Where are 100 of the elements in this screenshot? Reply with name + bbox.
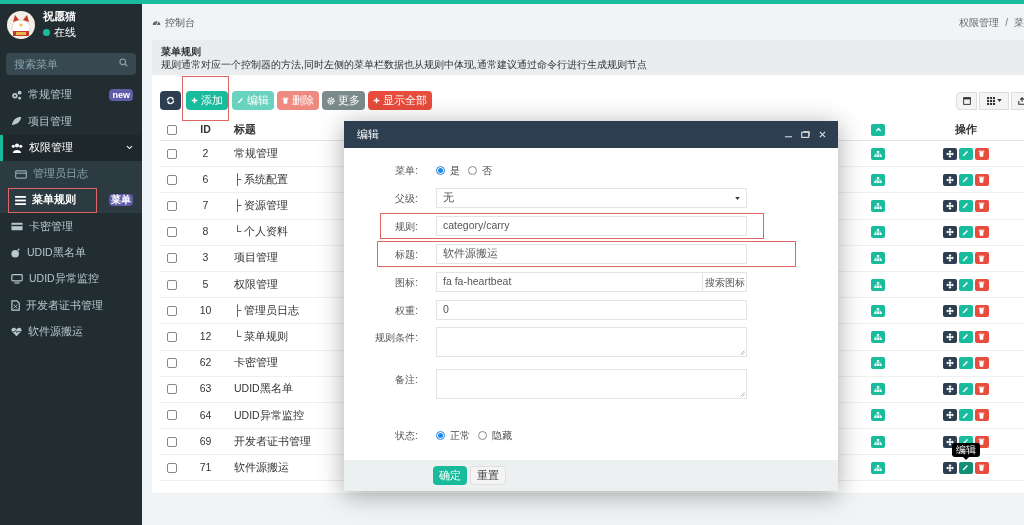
field-label: 规则: — [395, 220, 418, 232]
sitemap-icon — [874, 176, 882, 183]
breadcrumb-link[interactable]: 菜 — [1014, 14, 1024, 30]
close-icon — [819, 131, 826, 138]
search-icon-button[interactable]: 搜索图标 — [703, 272, 747, 292]
toggle-button[interactable] — [871, 147, 885, 160]
checkbox[interactable] — [166, 305, 177, 316]
textarea-field[interactable] — [436, 369, 747, 399]
toggle-button[interactable] — [871, 173, 885, 186]
refresh-button[interactable] — [160, 91, 181, 110]
select-field[interactable]: 无 — [436, 188, 747, 208]
checkbox[interactable] — [166, 148, 177, 159]
sidebar-item[interactable]: 卡密管理 — [0, 213, 142, 240]
toggle-button[interactable] — [871, 357, 885, 370]
breadcrumb-link[interactable]: 权限管理 — [959, 14, 1000, 30]
checkbox[interactable] — [166, 227, 177, 238]
toggle-button[interactable] — [871, 226, 885, 239]
radio-option[interactable]: 是 — [436, 162, 460, 178]
checkbox[interactable] — [166, 253, 177, 264]
columns-toggle-button[interactable] — [956, 91, 977, 110]
search-icon — [119, 58, 128, 67]
input-field[interactable]: 0 — [436, 300, 747, 320]
toggle-button[interactable] — [871, 199, 885, 212]
more-button[interactable]: 更多 — [322, 91, 365, 110]
move-button[interactable] — [942, 252, 957, 265]
panel-title: 菜单规则 — [161, 44, 202, 58]
checkbox[interactable] — [166, 124, 177, 135]
toggle-button[interactable] — [871, 330, 885, 343]
sidebar-item[interactable]: 菜单规则 菜单 — [0, 187, 142, 214]
field-label: 菜单: — [395, 164, 418, 176]
checkbox[interactable] — [166, 331, 177, 342]
table-cell: 卡密管理 — [234, 356, 278, 369]
trash-icon — [978, 307, 985, 315]
toggle-button[interactable] — [871, 252, 885, 265]
sidebar-item[interactable]: UDID黑名单 — [0, 239, 142, 267]
sidebar-item[interactable]: 项目管理 — [0, 108, 142, 135]
toggle-button[interactable] — [871, 409, 885, 422]
checkbox[interactable] — [166, 174, 177, 185]
move-button[interactable] — [942, 199, 957, 212]
move-button[interactable] — [942, 435, 957, 448]
sidebar-item[interactable]: 管理员日志 — [0, 160, 142, 188]
sidebar-item[interactable]: UDID异常监控 — [0, 266, 142, 293]
panel-description: 规则通常对应一个控制器的方法,同时左侧的菜单栏数据也从规则中体现,通常建议通过命令行进行生成规则节点 — [161, 57, 648, 71]
checkbox[interactable] — [166, 410, 177, 421]
chevron-down-icon — [126, 144, 133, 152]
expand-all-button[interactable] — [871, 123, 885, 136]
delete-button[interactable] — [974, 435, 989, 448]
sitemap-icon — [874, 281, 882, 288]
table-cell-text: 3 — [202, 250, 209, 266]
reset-button[interactable]: 重置 — [470, 466, 506, 485]
sidebar-item[interactable]: 开发者证书管理 — [0, 292, 142, 319]
move-button[interactable] — [942, 278, 957, 291]
column-header[interactable]: ID — [200, 121, 211, 138]
move-button[interactable] — [942, 226, 957, 239]
move-button[interactable] — [942, 461, 957, 474]
move-button[interactable] — [942, 383, 957, 396]
annotation-frame: 菜单规则 — [8, 187, 97, 213]
checkbox[interactable] — [166, 436, 177, 447]
input-field[interactable]: category/carry — [436, 216, 747, 236]
input-field[interactable]: fa fa-heartbeat — [436, 272, 703, 292]
radio-option[interactable]: 否 — [468, 162, 492, 178]
textarea-field[interactable] — [436, 327, 747, 357]
move-button[interactable] — [942, 304, 957, 317]
radio-option[interactable]: 正常 — [436, 427, 470, 443]
toggle-button[interactable] — [871, 278, 885, 291]
checkbox[interactable] — [166, 358, 177, 369]
radio-option[interactable]: 隐藏 — [478, 427, 512, 443]
toggle-button[interactable] — [871, 304, 885, 317]
toggle-button[interactable] — [871, 435, 885, 448]
checkbox[interactable] — [166, 462, 177, 473]
sidebar-item[interactable]: 软件源搬运 — [0, 318, 142, 345]
search-field[interactable]: 搜索菜单 — [6, 53, 136, 75]
bomb-icon — [11, 247, 21, 258]
breadcrumb-link[interactable]: 控制台 — [165, 14, 195, 30]
sidebar-item[interactable]: 权限管理 — [0, 134, 142, 161]
input-field[interactable]: 软件源搬运 — [436, 244, 747, 264]
sitemap-icon — [874, 202, 882, 209]
field-label: 状态: — [395, 429, 418, 441]
column-header[interactable]: 标题 — [234, 122, 256, 135]
show-all-button[interactable]: 显示全部 — [368, 91, 432, 110]
checkbox[interactable] — [166, 384, 177, 395]
resize-handle-icon — [740, 392, 745, 397]
move-button[interactable] — [942, 147, 957, 160]
columns-button[interactable] — [979, 91, 1009, 110]
toggle-button[interactable] — [871, 383, 885, 396]
checkbox[interactable] — [166, 279, 177, 290]
move-button[interactable] — [942, 357, 957, 370]
table-cell: 12 — [199, 329, 212, 345]
move-button[interactable] — [942, 173, 957, 186]
pencil-icon — [962, 464, 969, 472]
move-icon — [945, 201, 954, 210]
gears-icon — [11, 90, 22, 101]
sidebar-item[interactable]: 常规管理 new — [0, 82, 142, 109]
move-button[interactable] — [942, 330, 957, 343]
checkbox[interactable] — [166, 200, 177, 211]
toggle-button[interactable] — [871, 461, 885, 474]
move-button[interactable] — [942, 409, 957, 422]
table-cell: └ 菜单规则 — [234, 330, 289, 343]
column-header[interactable]: 操作 — [954, 121, 977, 138]
field-label: 图标: — [395, 276, 418, 288]
